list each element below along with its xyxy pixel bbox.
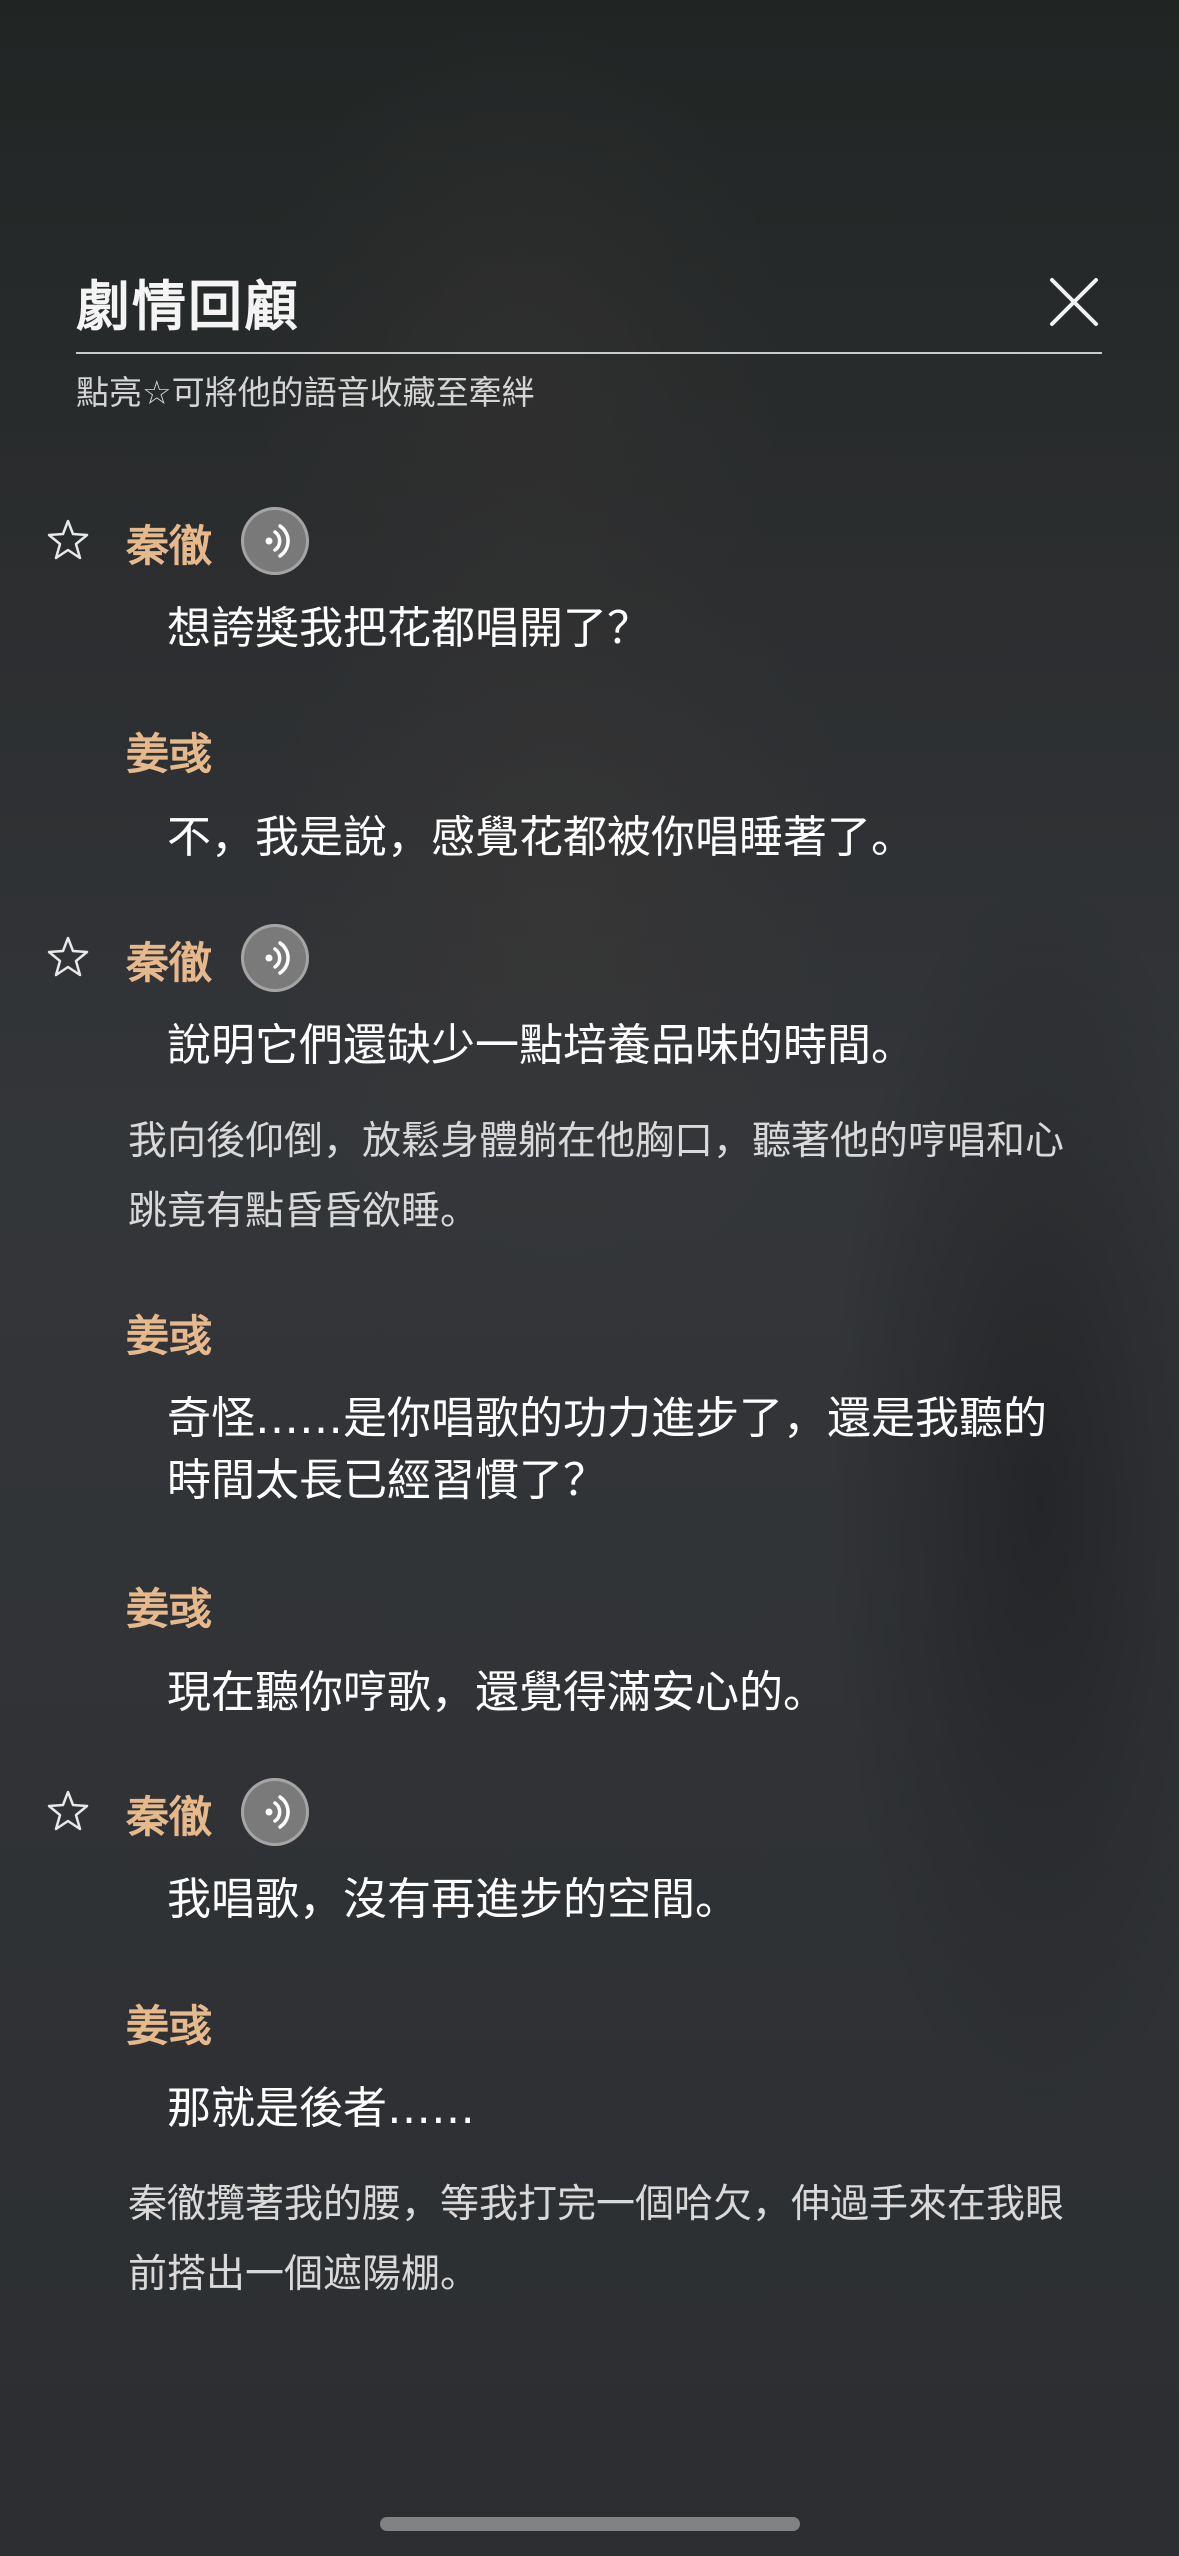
dialogue-line: 奇怪……是你唱歌的功力進步了，還是我聽的時間太長已經習慣了？	[167, 1393, 1047, 1506]
close-button[interactable]	[1044, 272, 1104, 332]
voice-play-button[interactable]	[241, 507, 309, 575]
speaker-name: 姜彧	[126, 1585, 212, 1635]
voice-play-icon	[265, 941, 290, 975]
close-icon	[1050, 278, 1098, 326]
speaker-name: 姜彧	[126, 1312, 212, 1362]
favorite-star-button[interactable]	[46, 518, 90, 562]
dialogue-line: 現在聽你哼歌，還覺得滿安心的。	[167, 1667, 827, 1718]
dialogue-line: 我唱歌，沒有再進步的空間。	[167, 1874, 739, 1925]
speaker-name: 姜彧	[126, 2002, 212, 2052]
page-title: 劇情回顧	[76, 274, 300, 338]
voice-play-button[interactable]	[241, 1778, 309, 1846]
narration-text: 我向後仰倒，放鬆身體躺在他胸口，聽著他的哼唱和心跳竟有點昏昏欲睡。	[128, 1119, 1065, 1234]
voice-play-icon	[265, 524, 290, 558]
dialogue-line: 不，我是說，感覺花都被你唱睡著了。	[167, 812, 915, 863]
dialogue-line: 那就是後者……	[167, 2083, 475, 2134]
voice-play-button[interactable]	[241, 924, 309, 992]
favorite-star-button[interactable]	[46, 1789, 90, 1833]
star-outline-icon	[47, 936, 89, 977]
star-outline-icon	[47, 519, 89, 560]
star-outline-icon	[47, 1790, 89, 1831]
page-subtitle: 點亮☆可將他的語音收藏至牽絆	[76, 373, 535, 412]
speaker-name: 秦徹	[126, 939, 212, 989]
speaker-name: 秦徹	[126, 1793, 212, 1843]
header-divider	[76, 352, 1102, 354]
dialogue-line: 想誇獎我把花都唱開了？	[167, 603, 651, 654]
speaker-name: 姜彧	[126, 730, 212, 780]
voice-play-icon	[265, 1795, 290, 1829]
speaker-name: 秦徹	[126, 522, 212, 572]
home-indicator[interactable]	[380, 2517, 800, 2531]
dialogue-line: 說明它們還缺少一點培養品味的時間。	[167, 1020, 915, 1071]
narration-text: 秦徹攬著我的腰，等我打完一個哈欠，伸過手來在我眼前搭出一個遮陽棚。	[128, 2182, 1065, 2297]
favorite-star-button[interactable]	[46, 935, 90, 979]
